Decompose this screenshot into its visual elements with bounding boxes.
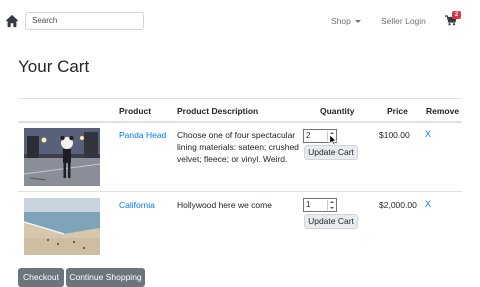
header-price: Price bbox=[387, 106, 408, 116]
price: $100.00 bbox=[379, 130, 410, 140]
header-remove: Remove bbox=[426, 106, 460, 116]
shop-dropdown[interactable]: Shop bbox=[331, 16, 361, 26]
table-top-border bbox=[18, 98, 462, 99]
header-quantity: Quantity bbox=[320, 106, 355, 116]
header-description: Product Description bbox=[177, 106, 259, 116]
beach-photo bbox=[24, 198, 100, 255]
update-cart-button[interactable]: Update Cart bbox=[304, 145, 358, 160]
quantity-input[interactable]: 1 bbox=[303, 198, 337, 212]
product-description: Choose one of four spectacular lining ma… bbox=[177, 130, 299, 164]
page-title: Your Cart bbox=[18, 57, 90, 76]
search-input[interactable]: Search bbox=[25, 12, 144, 30]
cart-count-badge: 2 bbox=[452, 11, 461, 19]
header-product: Product bbox=[119, 106, 152, 116]
continue-shopping-button[interactable]: Continue Shopping bbox=[66, 268, 145, 287]
remove-button[interactable]: X bbox=[425, 199, 431, 209]
price: $2,000.00 bbox=[379, 200, 417, 210]
mouse-cursor-icon bbox=[329, 134, 337, 146]
product-description: Hollywood here we come bbox=[177, 200, 272, 210]
quantity-value: 1 bbox=[306, 200, 311, 209]
home-icon[interactable] bbox=[5, 14, 19, 28]
table-header-border bbox=[18, 121, 462, 123]
shop-label: Shop bbox=[331, 16, 351, 26]
chevron-down-icon bbox=[354, 20, 361, 23]
quantity-spinner[interactable] bbox=[327, 200, 335, 210]
seller-login-link[interactable]: Seller Login bbox=[381, 16, 426, 26]
checkout-button[interactable]: Checkout bbox=[18, 268, 64, 287]
product-link-california[interactable]: California bbox=[119, 199, 155, 211]
remove-button[interactable]: X bbox=[425, 129, 431, 139]
update-cart-button[interactable]: Update Cart bbox=[304, 214, 358, 229]
quantity-value: 2 bbox=[306, 131, 311, 140]
row-divider bbox=[18, 191, 462, 192]
panda-head-photo bbox=[24, 128, 100, 186]
product-link-panda-head[interactable]: Panda Head bbox=[119, 129, 166, 141]
